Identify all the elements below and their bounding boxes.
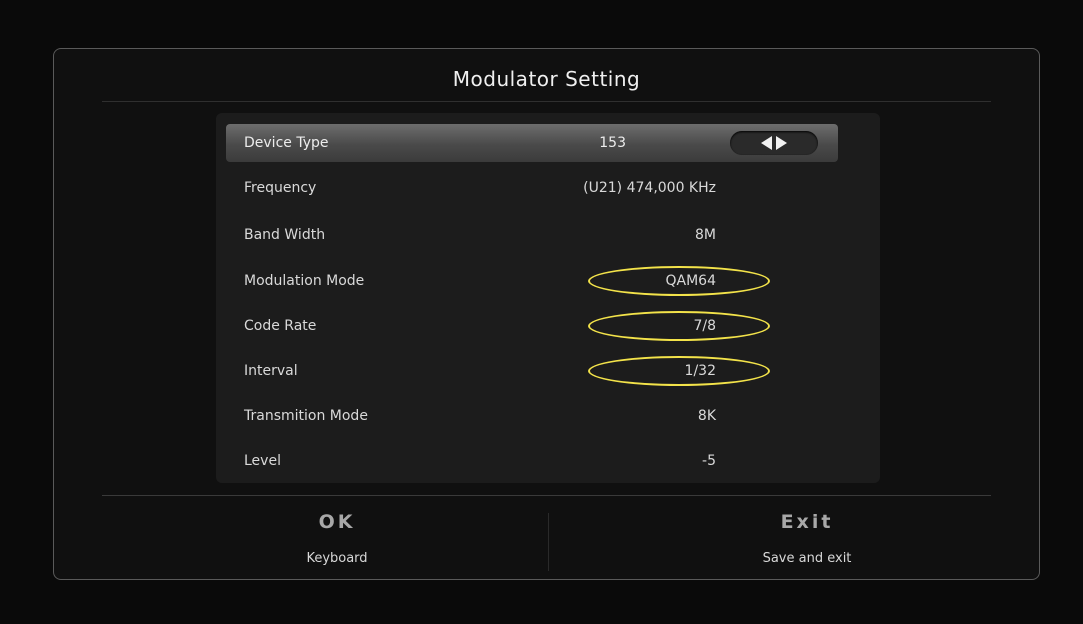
value-selector[interactable] <box>730 131 818 155</box>
setting-row-level[interactable]: Level -5 <box>226 442 838 480</box>
settings-list: Device Type 153 Frequency (U21) 474,000 … <box>216 113 880 483</box>
highlight-ellipse-modulation-mode <box>588 266 770 296</box>
setting-label: Level <box>244 453 281 469</box>
footer-divider <box>102 495 991 496</box>
exit-key-description: Save and exit <box>762 551 852 566</box>
highlight-ellipse-code-rate <box>588 311 770 341</box>
tv-screen: Modulator Setting Device Type 153 Freque… <box>0 0 1083 624</box>
setting-row-frequency[interactable]: Frequency (U21) 474,000 KHz <box>226 169 838 207</box>
highlight-ellipse-interval <box>588 356 770 386</box>
setting-row-band-width[interactable]: Band Width 8M <box>226 216 838 254</box>
setting-value: 8K <box>697 408 716 424</box>
setting-label: Modulation Mode <box>244 273 365 289</box>
setting-label: Code Rate <box>244 318 317 334</box>
setting-value: -5 <box>702 453 716 469</box>
exit-key-label: Exit <box>780 511 834 533</box>
arrow-right-icon[interactable] <box>776 136 787 150</box>
modulator-settings-panel: Modulator Setting Device Type 153 Freque… <box>53 48 1040 580</box>
arrow-left-icon[interactable] <box>761 136 772 150</box>
setting-label: Frequency <box>244 180 317 196</box>
ok-key-label: OK <box>318 511 356 533</box>
key-hint-bar: OK Keyboard Exit Save and exit <box>102 505 991 575</box>
setting-label: Transmition Mode <box>244 408 368 424</box>
setting-row-device-type[interactable]: Device Type 153 <box>226 124 838 162</box>
exit-key-hint[interactable]: Exit Save and exit <box>627 511 987 566</box>
title-divider <box>102 101 991 102</box>
footer-separator <box>548 513 549 571</box>
setting-label: Band Width <box>244 227 326 243</box>
setting-value: 153 <box>599 135 626 151</box>
setting-value: (U21) 474,000 KHz <box>583 180 716 196</box>
setting-value: 8M <box>695 227 716 243</box>
setting-row-transmition-mode[interactable]: Transmition Mode 8K <box>226 397 838 435</box>
page-title: Modulator Setting <box>452 67 641 91</box>
setting-label: Interval <box>244 363 298 379</box>
ok-key-description: Keyboard <box>306 551 368 566</box>
setting-label: Device Type <box>244 135 329 151</box>
ok-key-hint[interactable]: OK Keyboard <box>157 511 517 566</box>
